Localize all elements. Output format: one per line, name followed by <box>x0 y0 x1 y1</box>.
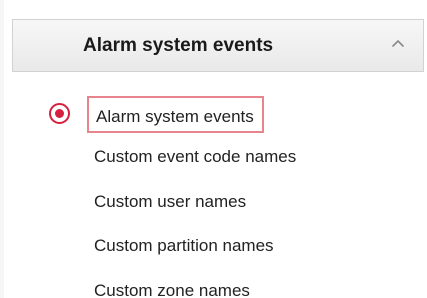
nav-item-custom-event-code-names[interactable]: Custom event code names <box>94 147 296 167</box>
screen: Alarm system events Alarm system events … <box>0 0 427 298</box>
nav-item-custom-user-names[interactable]: Custom user names <box>94 192 246 212</box>
radio-dot <box>55 109 64 118</box>
chevron-up-icon[interactable] <box>389 35 407 53</box>
radio-selected-icon[interactable] <box>49 103 70 124</box>
panel-header[interactable]: Alarm system events <box>12 19 424 72</box>
navigation-panel: Alarm system events Alarm system events … <box>4 0 427 298</box>
nav-item-custom-zone-names[interactable]: Custom zone names <box>94 281 250 298</box>
nav-item-alarm-system-events[interactable]: Alarm system events <box>87 96 264 133</box>
panel-title: Alarm system events <box>83 35 274 56</box>
nav-item-custom-partition-names[interactable]: Custom partition names <box>94 236 274 256</box>
